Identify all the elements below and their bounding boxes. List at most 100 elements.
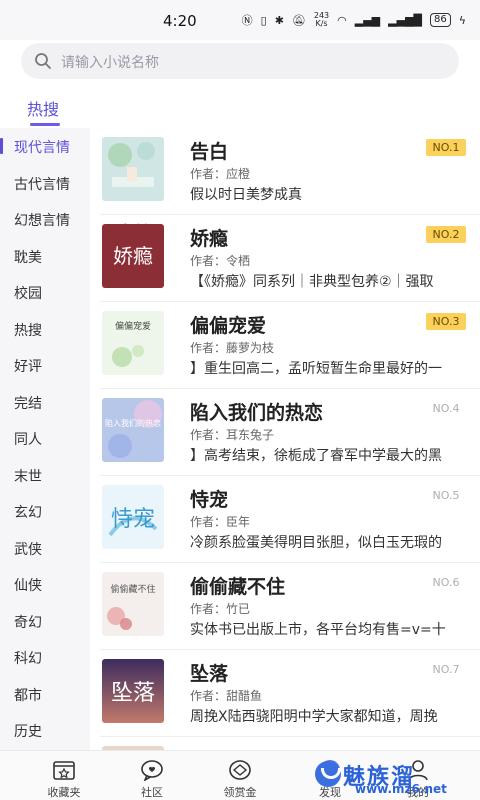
- network-speed: 243 K/s: [313, 11, 330, 28]
- rank-label: NO.6: [432, 576, 460, 589]
- chat-bubble-icon: [141, 760, 163, 781]
- category-item[interactable]: 玄幻: [0, 493, 90, 529]
- bluetooth-icon: ✱: [274, 13, 284, 27]
- signal-5g-icon: ▂▄▆: [354, 13, 381, 27]
- book-cover: 坠落: [102, 659, 164, 723]
- active-tab-indicator: [30, 123, 60, 126]
- cover-title-text: 陷入我们的热恋: [105, 419, 161, 428]
- category-item[interactable]: 校园: [0, 274, 90, 310]
- book-cover: 偷偷藏不住: [102, 572, 164, 636]
- book-author: 作者：令栖: [190, 254, 251, 268]
- nav-label: 收藏夹: [47, 786, 81, 799]
- book-title: 坠落: [190, 663, 229, 685]
- book-cover: 恃宠: [102, 485, 164, 549]
- book-list-item[interactable]: 偏偏宠爱 偏偏宠爱 作者：藤萝为枝 】重生回高二，孟听短暂生命里最好的一 NO.…: [90, 302, 480, 389]
- battery-level: 86: [430, 13, 451, 27]
- category-item[interactable]: 奇幻: [0, 603, 90, 639]
- book-title: 陷入我们的热恋: [190, 402, 324, 424]
- cover-title-text: 娇瘾: [113, 244, 153, 268]
- book-description: 冷颜系脸蛋美得明目张胆，似白玉无瑕的: [190, 535, 442, 551]
- book-author: 作者：竹已: [190, 602, 251, 616]
- rank-badge: NO.2: [426, 226, 466, 243]
- book-description: 】重生回高二，孟听短暂生命里最好的一: [190, 361, 442, 377]
- book-title: 娇瘾: [190, 228, 229, 250]
- book-list-item[interactable]: 告白 作者：应橙 假以时日美梦成真 NO.1: [90, 128, 480, 215]
- category-item[interactable]: 热搜: [0, 311, 90, 347]
- top-tabs: 热搜 书单: [0, 90, 480, 241]
- cover-art-blue: [102, 398, 164, 462]
- book-author: 作者：甜醋鱼: [190, 689, 263, 703]
- category-item[interactable]: 末世: [0, 457, 90, 493]
- rank-label: NO.5: [432, 489, 460, 502]
- search-placeholder: 请输入小说名称: [61, 55, 159, 71]
- book-list: 告白 作者：应橙 假以时日美梦成真 NO.1 娇瘾 娇瘾 作者：令栖 【《娇瘾》…: [90, 128, 480, 750]
- book-list-item-partial[interactable]: [90, 737, 480, 750]
- category-item[interactable]: 同人: [0, 420, 90, 456]
- vibrate-icon: ▯: [260, 13, 267, 27]
- book-list-item[interactable]: 偷偷藏不住 偷偷藏不住 作者：竹已 实体书已出版上市，各平台均有售=v=十 NO…: [90, 563, 480, 650]
- status-icons: Ⓝ ▯ ✱ 🔕︎ 243 K/s ◠ ▂▄▆ ▂▄▆█ 86 ϟ: [242, 12, 466, 28]
- book-author: 作者：应橙: [190, 167, 251, 181]
- book-cover: [102, 137, 164, 201]
- cover-art-garden: [102, 137, 164, 201]
- cover-title-text: 偏偏宠爱: [114, 322, 151, 332]
- category-item[interactable]: 耽美: [0, 238, 90, 274]
- book-cover: 娇瘾: [102, 224, 164, 288]
- category-item[interactable]: 古代言情: [0, 165, 90, 201]
- book-list-item[interactable]: 娇瘾 娇瘾 作者：令栖 【《娇瘾》同系列｜非典型包养②｜强取 NO.2: [90, 215, 480, 302]
- search-icon: [35, 53, 51, 69]
- book-description: 周挽X陆西骁阳明中学大家都知道，周挽: [190, 709, 438, 725]
- book-author: 作者：臣年: [190, 515, 251, 529]
- cover-title-text: 恃宠: [110, 507, 155, 532]
- nav-label: 社区: [141, 786, 163, 799]
- book-cover: 陷入我们的热恋: [102, 398, 164, 462]
- bookmark-folder-icon: [53, 761, 75, 780]
- charging-icon: ϟ: [458, 13, 466, 27]
- category-item[interactable]: 仙侠: [0, 566, 90, 602]
- category-item[interactable]: 完结: [0, 384, 90, 420]
- category-item-active[interactable]: 现代言情: [0, 128, 90, 164]
- nav-community[interactable]: 社区: [112, 751, 192, 800]
- category-item[interactable]: 科幻: [0, 639, 90, 675]
- category-item[interactable]: 幻想言情: [0, 201, 90, 237]
- book-list-item[interactable]: 坠落 坠落 作者：甜醋鱼 周挽X陆西骁阳明中学大家都知道，周挽 NO.7: [90, 650, 480, 737]
- watermark-overlay: 魅族溜 www.mz6.net: [313, 757, 475, 797]
- rank-badge: NO.1: [426, 139, 466, 156]
- book-description: 【《娇瘾》同系列｜非典型包养②｜强取: [190, 274, 434, 290]
- rank-badge: NO.3: [426, 313, 466, 330]
- tab-hot-search[interactable]: 热搜: [27, 96, 59, 120]
- book-description: 】高考结束，徐栀成了睿军中学最大的黑: [190, 448, 442, 464]
- book-description: 假以时日美梦成真: [190, 187, 302, 203]
- nfc-icon: Ⓝ: [241, 14, 253, 27]
- category-item[interactable]: 历史: [0, 712, 90, 748]
- status-time: 4:20: [163, 12, 197, 30]
- book-description: 实体书已出版上市，各平台均有售=v=十: [190, 622, 446, 638]
- book-title: 恃宠: [190, 489, 229, 511]
- rank-label: NO.4: [432, 402, 460, 415]
- category-item[interactable]: 好评: [0, 347, 90, 383]
- book-title: 告白: [190, 141, 229, 163]
- cover-title-text: 偷偷藏不住: [110, 585, 156, 595]
- book-list-item[interactable]: 恃宠 恃宠 作者：臣年 冷颜系脸蛋美得明目张胆，似白玉无瑕的 NO.5: [90, 476, 480, 563]
- rank-label: NO.7: [432, 663, 460, 676]
- category-item[interactable]: 都市: [0, 676, 90, 712]
- nav-label: 领赏金: [223, 786, 257, 799]
- signal-4g-icon: ▂▄▆█: [388, 13, 422, 27]
- mute-icon: 🔕︎: [291, 13, 306, 27]
- watermark-domain: www.mz6.net: [355, 782, 447, 796]
- nav-favorites[interactable]: 收藏夹: [24, 751, 104, 800]
- book-author: 作者：耳东兔子: [190, 428, 275, 442]
- book-list-item[interactable]: 陷入我们的热恋 陷入我们的热恋 作者：耳东兔子 】高考结束，徐栀成了睿军中学最大…: [90, 389, 480, 476]
- search-input[interactable]: 请输入小说名称: [21, 43, 459, 79]
- book-author: 作者：藤萝为枝: [190, 341, 275, 355]
- book-cover: 偏偏宠爱: [102, 311, 164, 375]
- status-bar: 4:20 Ⓝ ▯ ✱ 🔕︎ 243 K/s ◠ ▂▄▆ ▂▄▆█ 86 ϟ: [0, 0, 480, 40]
- book-title: 偷偷藏不住: [190, 576, 286, 598]
- gift-badge-icon: [229, 760, 251, 780]
- category-item[interactable]: 武侠: [0, 530, 90, 566]
- nav-reward[interactable]: 领赏金: [200, 751, 280, 800]
- cover-title-text: 坠落: [110, 681, 155, 706]
- wifi-icon: ◠: [337, 13, 347, 27]
- category-sidebar: 现代言情 古代言情 幻想言情 耽美 校园 热搜 好评 完结 同人 末世 玄幻 武…: [0, 128, 90, 750]
- watermark-logo-icon: [315, 761, 341, 787]
